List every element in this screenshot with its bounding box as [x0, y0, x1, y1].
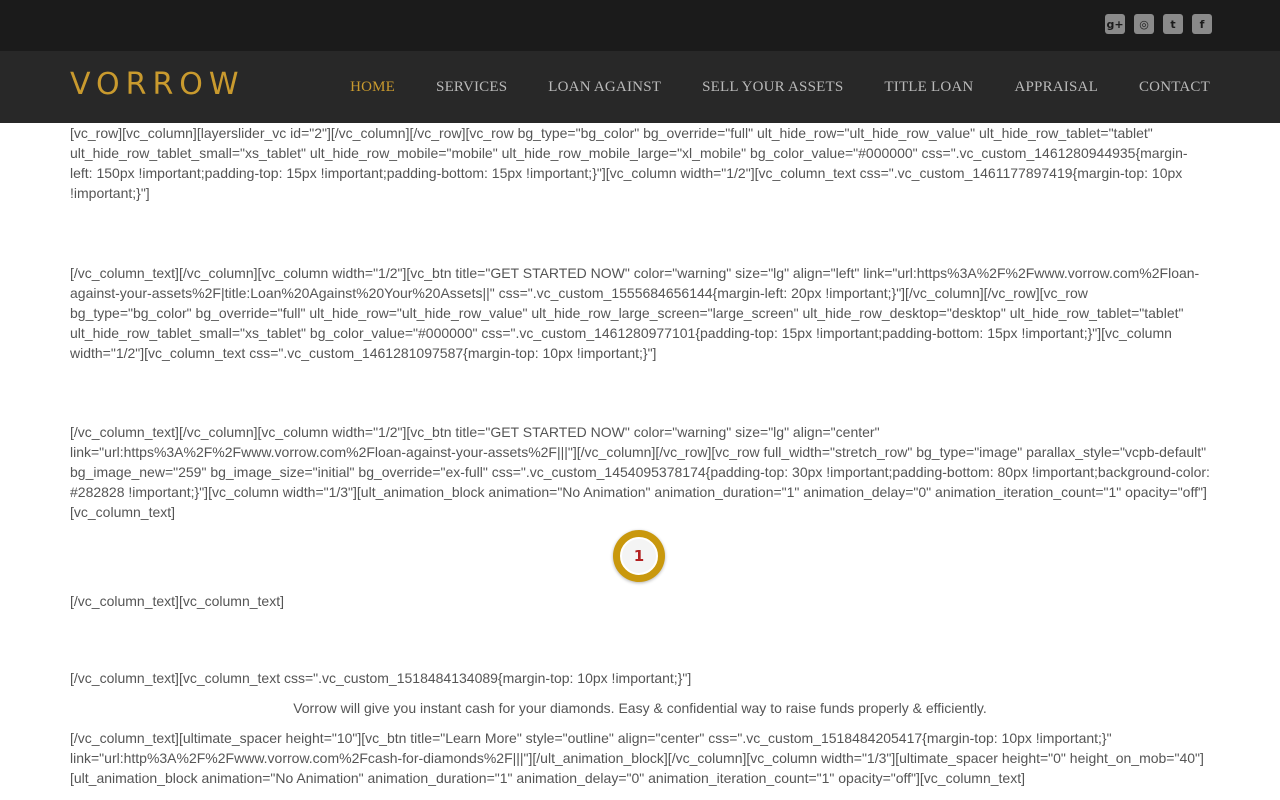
shortcode-text-6: [/vc_column_text][ultimate_spacer height…	[70, 730, 1204, 786]
nav-contact[interactable]: CONTACT	[1139, 79, 1210, 96]
vorrow-logo[interactable]: VORROW	[70, 68, 245, 102]
nav-sell-your-assets[interactable]: SELL YOUR ASSETS	[702, 79, 843, 96]
main-header: VORROW HOME SERVICES LOAN AGAINST SELL Y…	[0, 51, 1280, 123]
twitter-icon[interactable]: t	[1163, 14, 1183, 34]
shortcode-text-5: [/vc_column_text][vc_column_text css=".v…	[70, 670, 692, 686]
facebook-icon[interactable]: f	[1192, 14, 1212, 34]
step-marker-number: 1	[620, 537, 658, 575]
nav-home[interactable]: HOME	[350, 79, 395, 96]
shortcode-text-4: [/vc_column_text][vc_column_text]	[70, 593, 284, 609]
diamonds-description: Vorrow will give you instant cash for yo…	[293, 700, 987, 716]
top-bar: g+ ◎ t f	[0, 0, 1280, 51]
instagram-icon[interactable]: ◎	[1134, 14, 1154, 34]
main-nav: HOME SERVICES LOAN AGAINST SELL YOUR ASS…	[350, 51, 1210, 123]
social-links: g+ ◎ t f	[1105, 14, 1212, 34]
nav-loan-against[interactable]: LOAN AGAINST	[548, 79, 661, 96]
nav-title-loan[interactable]: TITLE LOAN	[884, 79, 973, 96]
nav-services[interactable]: SERVICES	[436, 79, 507, 96]
shortcode-text-1: [vc_row][vc_column][layerslider_vc id="2…	[70, 125, 1188, 201]
step-marker[interactable]: 1	[613, 530, 665, 582]
nav-appraisal[interactable]: APPRAISAL	[1014, 79, 1098, 96]
google-plus-icon[interactable]: g+	[1105, 14, 1125, 34]
shortcode-text-3: [/vc_column_text][/vc_column][vc_column …	[70, 424, 1210, 520]
shortcode-text-2: [/vc_column_text][/vc_column][vc_column …	[70, 265, 1200, 361]
